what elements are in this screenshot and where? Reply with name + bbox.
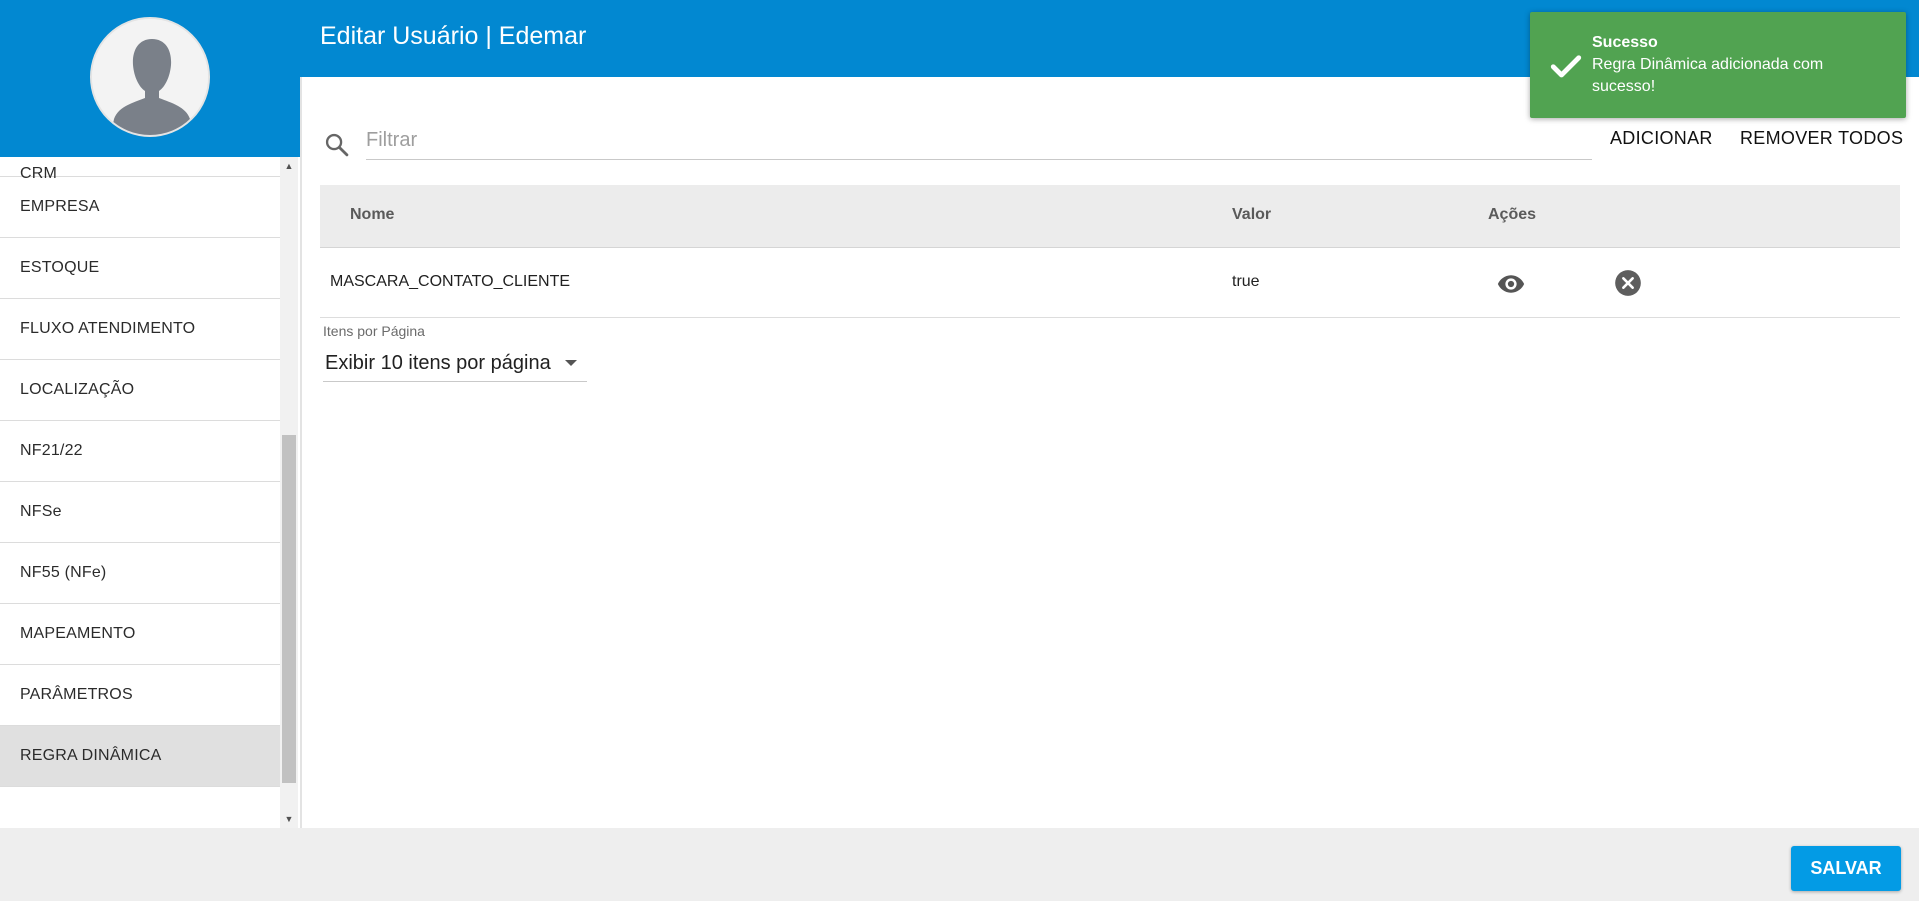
sidebar-item-nfse[interactable]: NFSe bbox=[0, 482, 280, 543]
sidebar-menu: CRM EMPRESA ESTOQUE FLUXO ATENDIMENTO LO… bbox=[0, 150, 280, 828]
scroll-down-arrow-icon[interactable]: ▼ bbox=[280, 810, 298, 828]
sidebar-item-label: REGRA DINÂMICA bbox=[20, 747, 162, 764]
filter-input[interactable] bbox=[366, 122, 1592, 160]
sidebar-scrollbar[interactable]: ▲ ▼ bbox=[280, 157, 298, 828]
sidebar-item-label: CRM bbox=[20, 165, 58, 182]
items-per-page-select[interactable]: Exibir 10 itens por página bbox=[323, 345, 587, 382]
column-header-value[interactable]: Valor bbox=[1232, 206, 1271, 224]
remove-all-button[interactable]: REMOVER TODOS bbox=[1740, 128, 1903, 149]
sidebar-item-label: NF55 (NFe) bbox=[20, 564, 107, 581]
sidebar-item-label: FLUXO ATENDIMENTO bbox=[20, 320, 196, 337]
rules-table: Nome Valor Ações MASCARA_CONTATO_CLIENTE… bbox=[320, 185, 1900, 318]
column-header-actions: Ações bbox=[1488, 206, 1537, 223]
add-button[interactable]: ADICIONAR bbox=[1610, 128, 1713, 149]
page-title: Editar Usuário | Edemar bbox=[320, 22, 587, 50]
checkmark-icon bbox=[1550, 55, 1582, 78]
caret-down-icon bbox=[565, 360, 577, 366]
sidebar-item-nf55[interactable]: NF55 (NFe) bbox=[0, 543, 280, 604]
scroll-up-arrow-icon[interactable]: ▲ bbox=[280, 157, 298, 175]
table-row: MASCARA_CONTATO_CLIENTE true bbox=[320, 248, 1900, 318]
user-silhouette-icon bbox=[92, 19, 208, 135]
row-name-cell: MASCARA_CONTATO_CLIENTE bbox=[330, 273, 571, 290]
sidebar-item-crm[interactable]: CRM bbox=[0, 150, 280, 182]
sidebar-item-estoque[interactable]: ESTOQUE bbox=[0, 238, 280, 299]
sidebar-item-label: MAPEAMENTO bbox=[20, 625, 136, 642]
sidebar-item-label: LOCALIZAÇÃO bbox=[20, 381, 135, 398]
row-value-cell: true bbox=[1232, 273, 1260, 290]
sidebar-item-label: NFSe bbox=[20, 503, 62, 520]
items-per-page-label: Itens por Página bbox=[323, 323, 425, 339]
avatar bbox=[90, 17, 210, 137]
footer-bar bbox=[0, 828, 1919, 901]
sidebar-item-nf21-22[interactable]: NF21/22 bbox=[0, 421, 280, 482]
table-header: Nome Valor Ações bbox=[320, 185, 1900, 248]
sidebar-item-label: NF21/22 bbox=[20, 442, 83, 459]
sidebar-header bbox=[0, 0, 300, 157]
sidebar-item-label: ESTOQUE bbox=[20, 259, 100, 276]
sidebar-item-localizacao[interactable]: LOCALIZAÇÃO bbox=[0, 360, 280, 421]
sidebar-item-fluxo-atendimento[interactable]: FLUXO ATENDIMENTO bbox=[0, 299, 280, 360]
success-toast[interactable]: Sucesso Regra Dinâmica adicionada com su… bbox=[1530, 12, 1906, 118]
sidebar-item-empresa[interactable]: EMPRESA bbox=[0, 177, 280, 238]
sidebar-item-label: PARÂMETROS bbox=[20, 686, 133, 703]
sidebar-item-label: EMPRESA bbox=[20, 198, 100, 215]
sidebar-divider bbox=[300, 77, 302, 828]
save-button[interactable]: SALVAR bbox=[1791, 846, 1901, 891]
scrollbar-thumb[interactable] bbox=[282, 435, 296, 783]
view-eye-icon[interactable] bbox=[1495, 268, 1527, 300]
sidebar-item-mapeamento[interactable]: MAPEAMENTO bbox=[0, 604, 280, 665]
sidebar-item-regra-dinamica[interactable]: REGRA DINÂMICA bbox=[0, 726, 280, 787]
column-header-name[interactable]: Nome bbox=[350, 206, 394, 224]
search-icon bbox=[325, 133, 349, 157]
delete-close-circle-icon[interactable] bbox=[1612, 267, 1644, 299]
toast-title: Sucesso bbox=[1592, 34, 1658, 51]
sidebar: CRM EMPRESA ESTOQUE FLUXO ATENDIMENTO LO… bbox=[0, 0, 300, 828]
toast-message: Regra Dinâmica adicionada com sucesso! bbox=[1592, 56, 1824, 95]
items-per-page-value: Exibir 10 itens por página bbox=[325, 352, 551, 374]
sidebar-item-parametros[interactable]: PARÂMETROS bbox=[0, 665, 280, 726]
